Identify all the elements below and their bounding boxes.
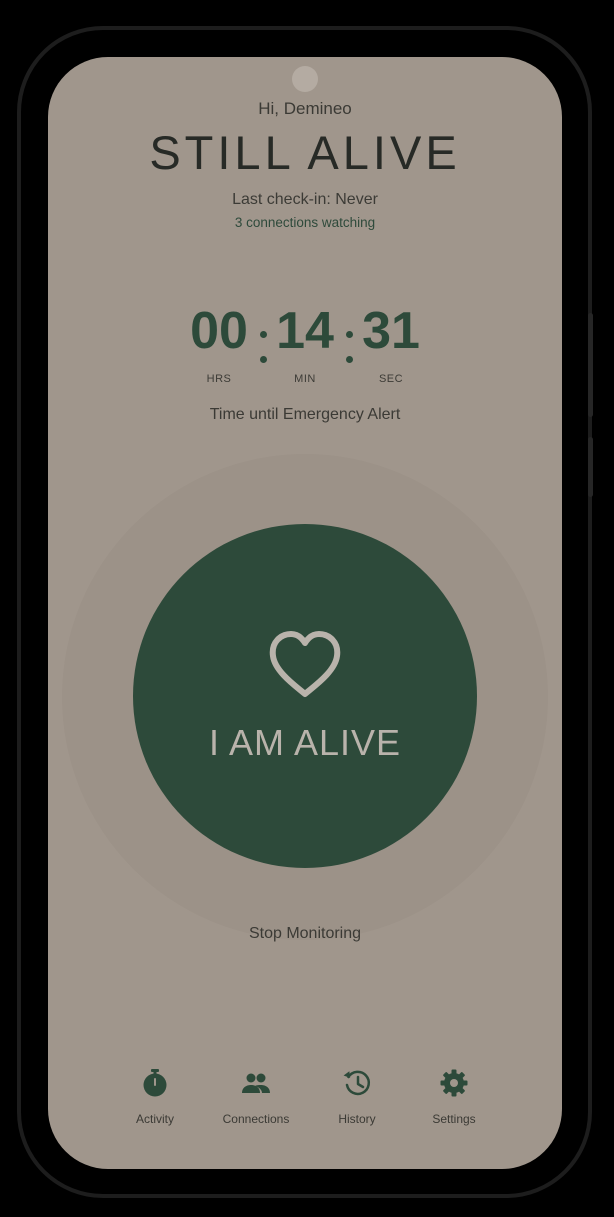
nav-label-connections: Connections [222,1112,290,1126]
timer-seconds-value: 31 [362,302,420,360]
nav-label-settings: Settings [432,1112,476,1126]
stopwatch-icon [143,1069,167,1097]
gear-icon [440,1069,468,1097]
nav-item-settings[interactable]: Settings [399,1068,509,1126]
app-title: STILL ALIVE [149,126,461,179]
app-screen: Hi, Demineo STILL ALIVE Last check-in: N… [48,57,562,1169]
countdown-timer: 00 HRS 14 MIN 31 SEC [48,301,562,391]
timer-seconds-label: SEC [378,373,404,385]
greeting-text: Hi, Demineo [258,99,352,118]
timer-hours-label: HRS [206,373,232,385]
i-am-alive-button[interactable]: I AM ALIVE [133,524,477,868]
last-checkin-text: Last check-in: Never [232,191,378,208]
bottom-nav: Activity Connections History Settings [48,1068,562,1148]
nav-label-activity: Activity [135,1112,174,1126]
nav-label-history: History [338,1112,376,1126]
nav-item-connections[interactable]: Connections [201,1068,311,1126]
power-button [588,437,593,497]
volume-button [588,313,593,417]
timer-minutes-label: MIN [294,373,316,385]
nav-item-activity[interactable]: Activity [100,1068,210,1126]
i-am-alive-label: I AM ALIVE [208,722,402,763]
people-icon [242,1073,270,1093]
stop-monitoring-link[interactable]: Stop Monitoring [48,925,562,943]
timer-seconds: 31 SEC [341,301,441,385]
connections-watching-text: 3 connections watching [234,215,376,230]
history-icon [343,1070,371,1096]
nav-item-history[interactable]: History [302,1068,412,1126]
front-camera [292,66,318,92]
heart-icon [269,631,341,697]
timer-caption: Time until Emergency Alert [209,406,401,423]
